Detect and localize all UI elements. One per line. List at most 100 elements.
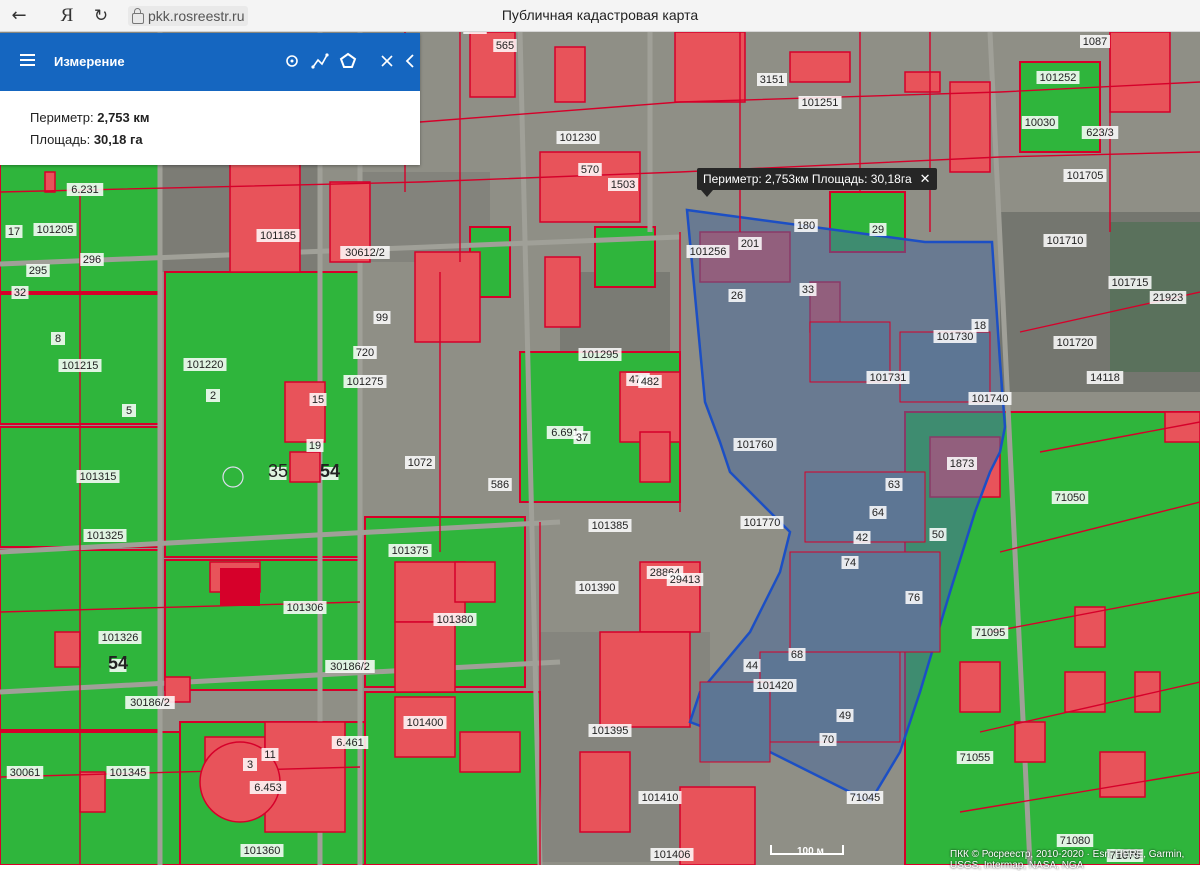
map-label: 101406 — [654, 849, 691, 861]
map-label: 101375 — [392, 545, 429, 557]
area-label: Площадь: — [30, 132, 91, 147]
perimeter-label: Периметр: — [30, 110, 94, 125]
map-label: 101230 — [560, 132, 597, 144]
map-label: 18 — [974, 320, 986, 332]
polygon-icon[interactable] — [337, 50, 359, 72]
map-label: 101256 — [690, 246, 727, 258]
map-label: 101420 — [757, 680, 794, 692]
map-label: 3151 — [760, 74, 784, 86]
page-title: Публичная кадастровая карта — [501, 7, 699, 23]
polyline-icon[interactable] — [309, 50, 331, 72]
map-label: 54 — [108, 653, 128, 673]
map-label: 101715 — [1112, 277, 1149, 289]
measure-tooltip-text: Периметр: 2,753км Площадь: 30,18га — [703, 172, 912, 186]
map-label: 30186/2 — [330, 661, 370, 673]
map-label: 74 — [844, 557, 856, 569]
map-label: 101315 — [80, 471, 117, 483]
map-label: 2 — [210, 390, 216, 402]
map-label: 6.461 — [336, 737, 364, 749]
map-label: 6.453 — [254, 782, 282, 794]
map-label: 482 — [641, 376, 659, 388]
map-label: 295 — [29, 265, 47, 277]
map-label: 11 — [264, 749, 275, 761]
chevron-left-icon[interactable] — [402, 50, 418, 72]
map-label: 101325 — [87, 530, 124, 542]
scale-label: 100 м — [797, 846, 824, 857]
map-label: 29 — [872, 224, 884, 236]
map-label: 570 — [581, 164, 599, 176]
map-label: 101385 — [592, 520, 629, 532]
map-label: 54 — [320, 461, 340, 481]
map-label: 76 — [908, 592, 920, 604]
map-label: 101220 — [187, 359, 224, 371]
map-label: 70 — [822, 734, 834, 746]
map-label: 29413 — [670, 574, 701, 586]
perimeter-row: Периметр: 2,753 км — [30, 107, 420, 129]
map-label: 720 — [356, 347, 374, 359]
map-label: 71050 — [1055, 492, 1086, 504]
map-label: 101760 — [737, 439, 774, 451]
map-label: 32 — [14, 287, 26, 299]
map-label: 101720 — [1057, 337, 1094, 349]
map-label: 296 — [83, 254, 101, 266]
map-label: 1087 — [1083, 36, 1107, 48]
menu-icon[interactable] — [20, 54, 35, 66]
map-label: 6.231 — [71, 184, 99, 196]
map-label: 64 — [872, 507, 884, 519]
map-label: 558 — [466, 32, 484, 34]
measure-tooltip: Периметр: 2,753км Площадь: 30,18га ✕ — [697, 168, 937, 197]
map-label: 101395 — [592, 725, 629, 737]
map-label: 101380 — [437, 614, 474, 626]
map-label: 44 — [746, 660, 758, 672]
map-label: 10030 — [1025, 117, 1056, 129]
measure-panel: Измерение Периметр: 2,753 км Площадь: 30… — [0, 33, 420, 165]
browser-toolbar: ← Я ↻ pkk.rosreestr.ru Публичная кадастр… — [0, 0, 1200, 32]
map-label: 30612/2 — [345, 247, 385, 259]
map-label: 1503 — [611, 179, 635, 191]
map-label: 101205 — [37, 224, 74, 236]
map-label: 17 — [8, 226, 20, 238]
map-label: 71045 — [850, 792, 881, 804]
map-label: 50 — [932, 529, 944, 541]
map-label: 3 — [247, 759, 253, 771]
map-label: 101705 — [1067, 170, 1104, 182]
map-label: 565 — [496, 40, 514, 52]
map-label: 101275 — [347, 376, 384, 388]
map-label: 35 — [268, 461, 288, 481]
map-label: 101295 — [582, 349, 619, 361]
map-label: 101251 — [802, 97, 839, 109]
map-label: 15 — [312, 394, 324, 406]
map-label: 30061 — [10, 767, 41, 779]
map-label: 101731 — [870, 372, 907, 384]
map-label: 1072 — [408, 457, 432, 469]
map-label: 101252 — [1040, 72, 1077, 84]
map-label: 101345 — [110, 767, 147, 779]
map-label: 101400 — [407, 717, 444, 729]
map-label: 33 — [802, 284, 814, 296]
map-label: 623/3 — [1086, 127, 1114, 139]
map-label: 101360 — [244, 845, 281, 857]
target-icon[interactable] — [281, 50, 303, 72]
map-label: 71080 — [1060, 835, 1091, 847]
measure-results: Периметр: 2,753 км Площадь: 30,18 га — [0, 91, 420, 151]
map-label: 71055 — [960, 752, 991, 764]
map-attribution: ПКК © Росреестр, 2010-2020 · Esri, HERE,… — [950, 849, 1185, 871]
map-label: 101410 — [642, 792, 679, 804]
highlight-parcel — [220, 568, 260, 606]
map-label: 1873 — [950, 458, 974, 470]
map-label: 21923 — [1153, 292, 1184, 304]
tooltip-close-icon[interactable]: ✕ — [920, 171, 931, 187]
map-label: 26 — [731, 290, 743, 302]
map-label: 101185 — [260, 230, 296, 242]
map-label: 42 — [856, 532, 868, 544]
map-label: 101215 — [62, 360, 99, 372]
map-label: 101710 — [1047, 235, 1084, 247]
map-label: 101306 — [287, 602, 324, 614]
map-label: 101770 — [744, 517, 781, 529]
map-label: 5 — [126, 405, 132, 417]
measure-title: Измерение — [54, 54, 125, 69]
close-icon[interactable] — [376, 50, 398, 72]
map-label: 586 — [491, 479, 509, 491]
perimeter-value: 2,753 км — [97, 110, 150, 125]
map-label: 71095 — [975, 627, 1006, 639]
